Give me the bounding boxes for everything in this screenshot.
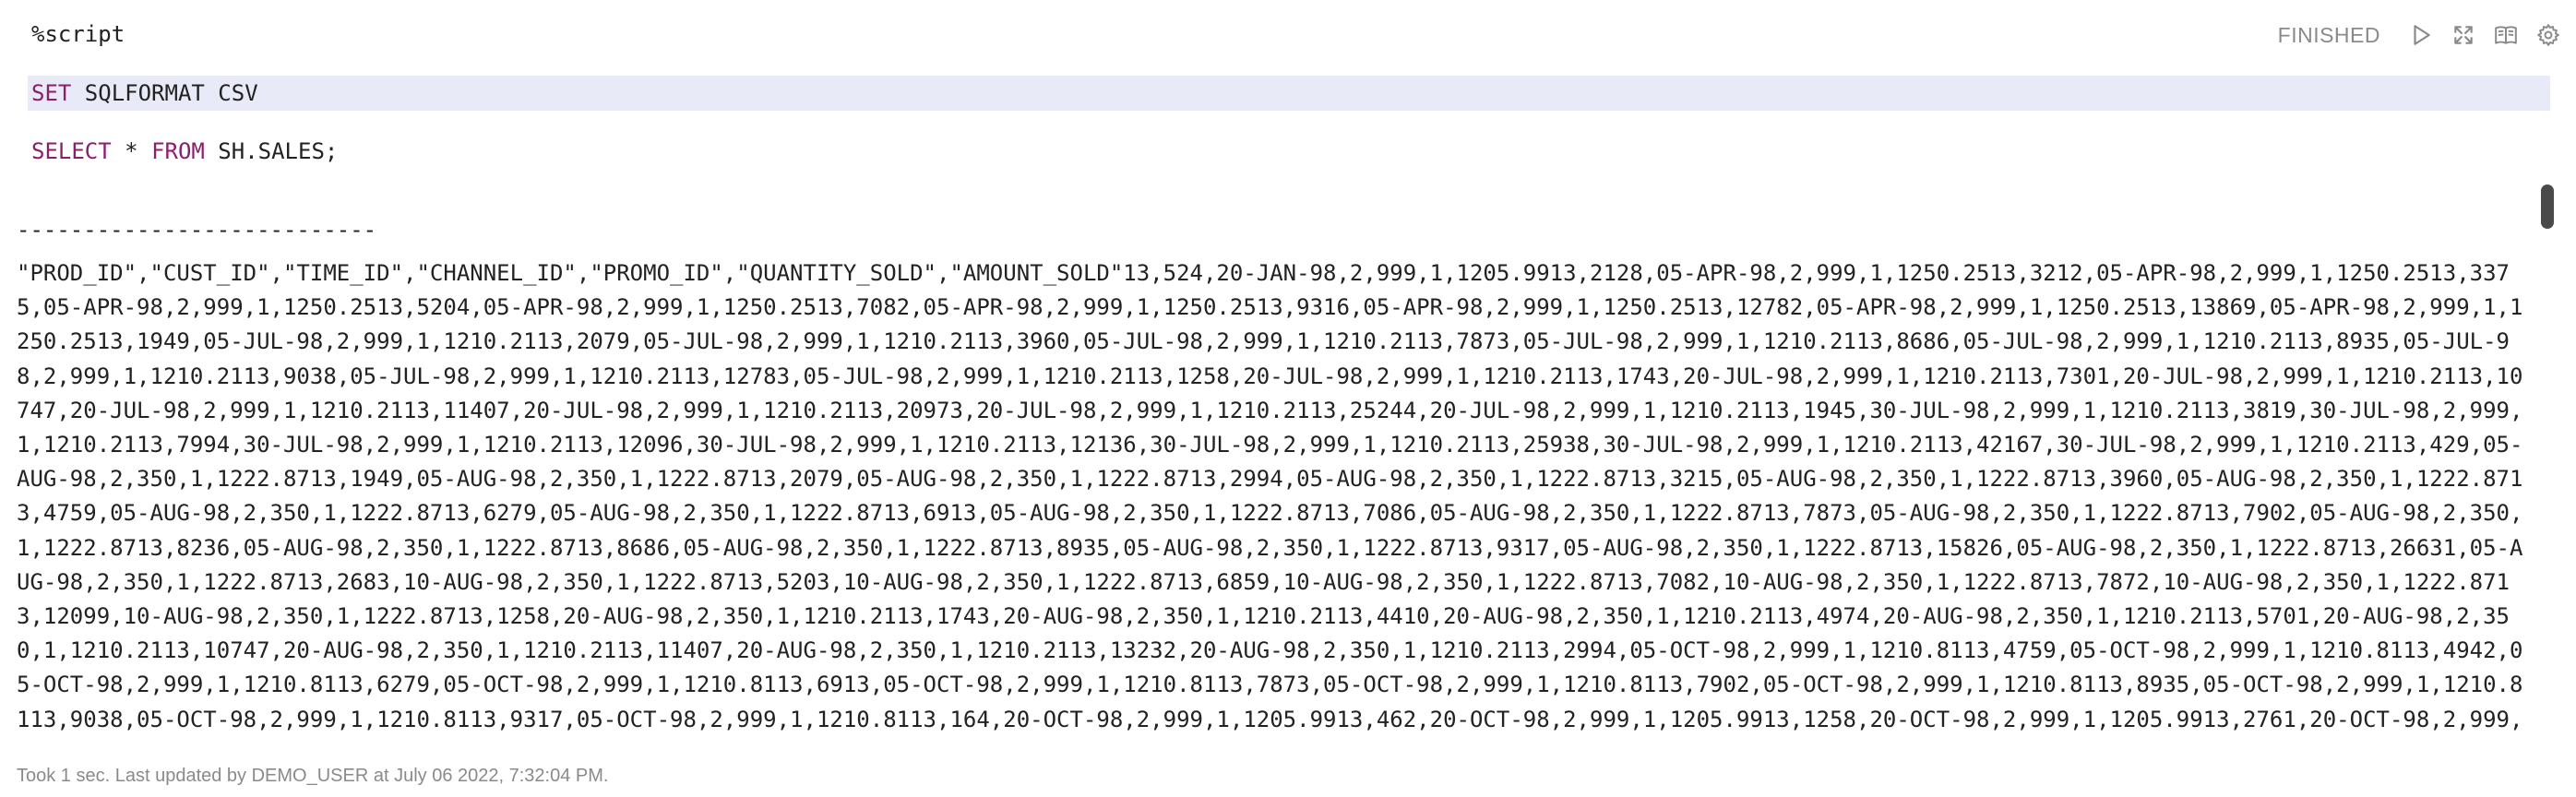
code-line-interpreter[interactable]: %script bbox=[31, 17, 125, 52]
book-icon[interactable] bbox=[2491, 20, 2521, 50]
execution-footer: Took 1 sec. Last updated by DEMO_USER at… bbox=[17, 766, 609, 786]
code-line-set-sqlformat[interactable]: SET SQLFORMAT CSV bbox=[28, 76, 2550, 111]
result-separator: --------------------------- bbox=[17, 217, 377, 243]
csv-result-text: "PROD_ID","CUST_ID","TIME_ID","CHANNEL_I… bbox=[17, 260, 2523, 742]
keyword-select: SELECT bbox=[31, 138, 112, 164]
interpreter-directive: %script bbox=[31, 21, 125, 47]
expand-icon[interactable] bbox=[2449, 20, 2478, 50]
notebook-paragraph: %script SET SQLFORMAT CSV SELECT * FROM … bbox=[0, 0, 2576, 797]
select-star: * bbox=[111, 138, 152, 164]
table-name: SH.SALES; bbox=[204, 138, 339, 164]
code-line-select[interactable]: SELECT * FROM SH.SALES; bbox=[31, 134, 338, 169]
output-scrollbar[interactable] bbox=[2541, 184, 2554, 738]
gear-icon[interactable] bbox=[2534, 20, 2563, 50]
keyword-set: SET bbox=[31, 80, 72, 106]
result-output[interactable]: --------------------------- "PROD_ID","C… bbox=[17, 212, 2535, 742]
keyword-from: FROM bbox=[151, 138, 205, 164]
paragraph-toolbar: FINISHED bbox=[2278, 20, 2563, 50]
status-label: FINISHED bbox=[2277, 22, 2380, 47]
play-icon[interactable] bbox=[2406, 20, 2436, 50]
code-editor[interactable]: %script SET SQLFORMAT CSV SELECT * FROM … bbox=[28, 17, 2550, 173]
set-statement-rest: SQLFORMAT CSV bbox=[71, 80, 258, 106]
scrollbar-thumb[interactable] bbox=[2541, 184, 2554, 229]
